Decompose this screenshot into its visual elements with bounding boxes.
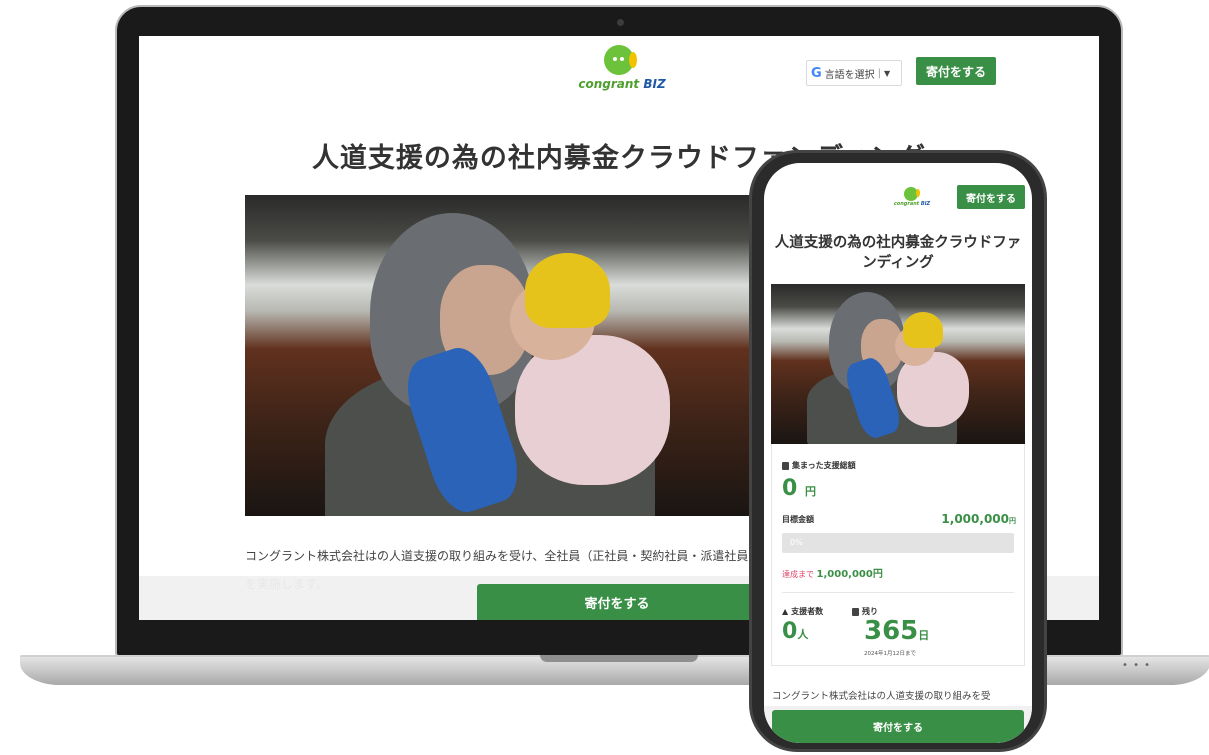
goal-label: 目標金額: [782, 515, 814, 524]
supporters-label: ▲ 支援者数: [782, 607, 824, 616]
separator: |: [877, 67, 882, 79]
congrant-logo-icon: [602, 41, 642, 77]
congrant-logo[interactable]: congrant BIZ: [577, 41, 667, 91]
progress-percent: 0%: [790, 538, 803, 547]
language-selector-label: 言語を選択: [824, 69, 875, 81]
donate-button-sticky-mobile[interactable]: 寄付をする: [772, 710, 1024, 743]
days-left-count: 365日: [864, 616, 930, 646]
logo-text: congrant BIZ: [893, 201, 931, 207]
goal-amount: 1,000,000円: [941, 512, 1016, 526]
raised-label: 集まった支援総額: [782, 460, 856, 471]
laptop-indicator-dots: • • •: [1122, 660, 1152, 671]
user-icon: ▲: [782, 607, 789, 616]
campaign-photo-mobile: [771, 284, 1025, 444]
remaining-to-goal: 達成まで 1,000,000円: [782, 569, 883, 580]
mobile-page: congrant BIZ 寄付をする 人道支援の為の社内募金クラウドファンディン…: [764, 163, 1032, 743]
laptop-camera: [617, 19, 624, 26]
donate-button-sticky[interactable]: 寄付をする: [477, 584, 757, 620]
wallet-icon: [782, 461, 789, 470]
logo-text: congrant BIZ: [578, 77, 666, 91]
congrant-logo-mobile[interactable]: congrant BIZ: [892, 185, 932, 207]
end-date: 2024年1月12日まで: [864, 651, 916, 657]
laptop-notch: [540, 655, 698, 662]
progress-bar: 0%: [782, 533, 1014, 553]
supporters-count: 0人: [782, 619, 809, 644]
campaign-photo: [245, 195, 805, 516]
funding-stats-card: 集まった支援総額 0 円 目標金額 1,000,000円 0% 達成まで 1,0…: [771, 444, 1025, 666]
page-title-mobile: 人道支援の為の社内募金クラウドファンディング: [774, 235, 1022, 271]
divider: [782, 592, 1014, 593]
language-selector[interactable]: G 言語を選択 | ▼: [806, 60, 902, 86]
raised-amount: 0 円: [782, 476, 816, 501]
congrant-logo-icon: [902, 185, 922, 201]
sticky-donate-bar-mobile: 寄付をする: [764, 706, 1032, 743]
description-line-1: コングラント株式会社はの人道支援の取り組みを受け、全社員（正社員・契約社員・派遣…: [245, 549, 749, 563]
chevron-down-icon: ▼: [884, 68, 891, 78]
description-text-mobile: コングラント株式会社はの人道支援の取り組みを受: [772, 691, 991, 702]
donate-button-header-mobile[interactable]: 寄付をする: [957, 185, 1025, 209]
donate-button-header[interactable]: 寄付をする: [916, 57, 996, 85]
google-icon: G: [811, 65, 822, 81]
calendar-icon: [852, 607, 859, 616]
